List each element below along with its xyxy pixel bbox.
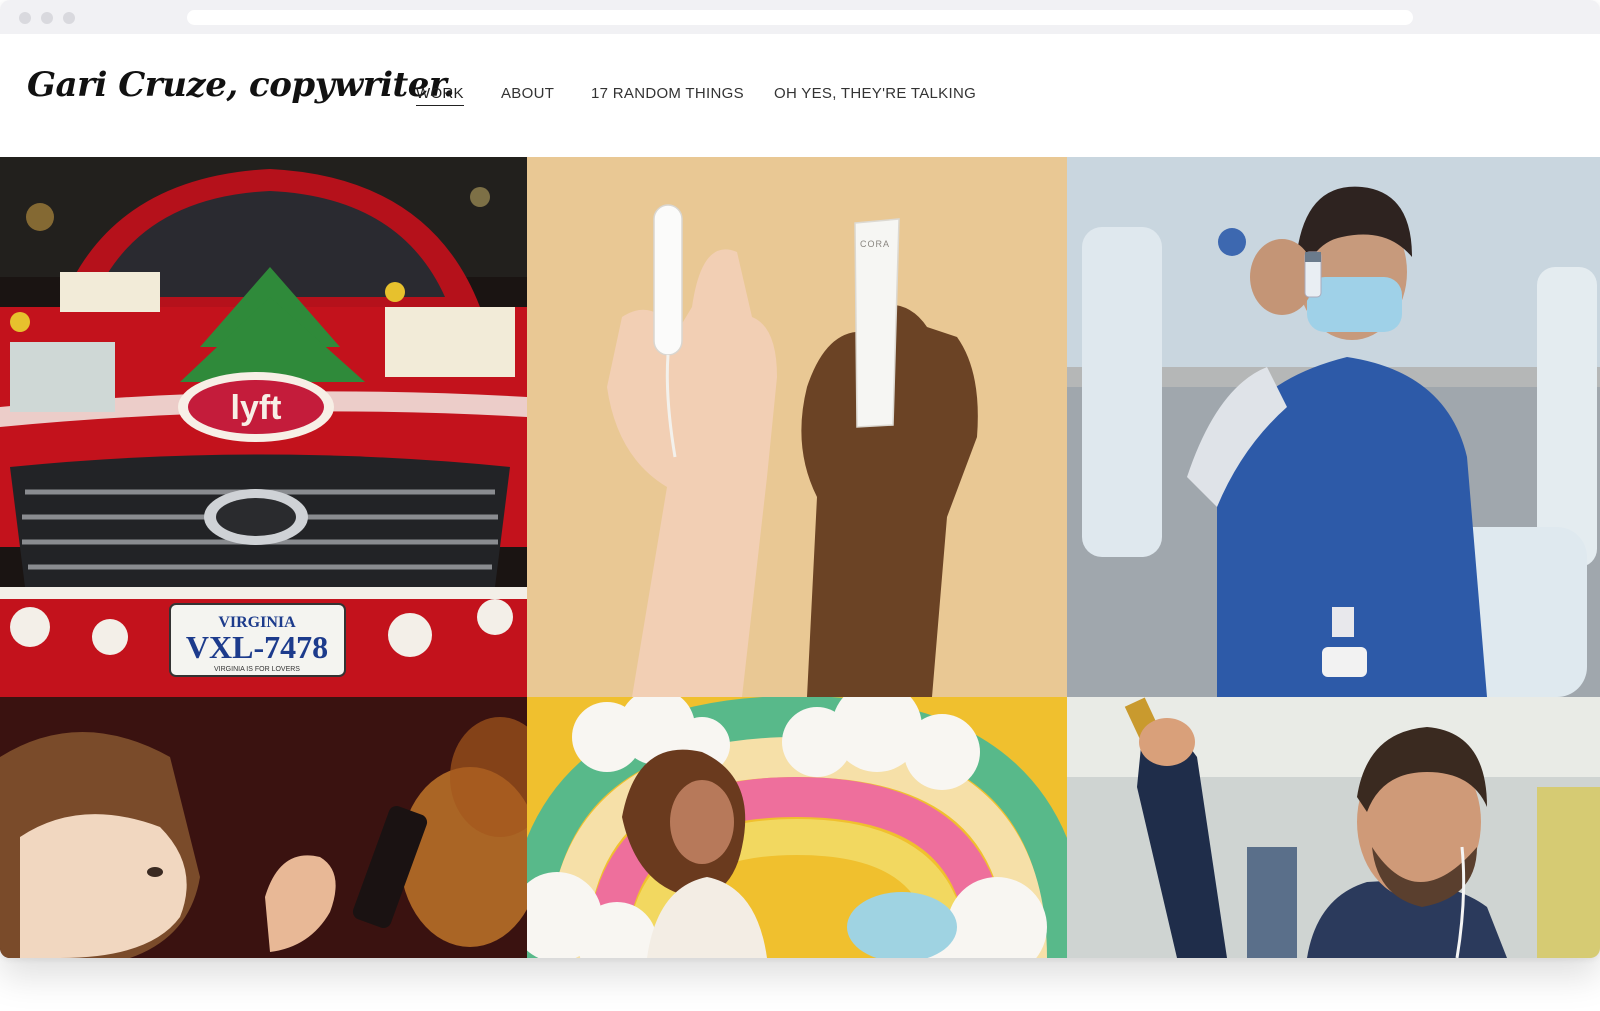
- plate-tagline: VIRGINIA IS FOR LOVERS: [214, 666, 300, 673]
- cora-wrapper-text: CORA: [860, 239, 890, 249]
- browser-chrome: [0, 0, 1600, 34]
- portfolio-grid: lyft VIRGINIA VXL-7478 VIRGINIA IS FOR L…: [0, 157, 1600, 958]
- site-header: Gari Cruze, copywriter. WORK ABOUT 17 RA…: [0, 34, 1600, 157]
- subway-man-tile[interactable]: [1067, 697, 1600, 958]
- browser-window: Gari Cruze, copywriter. WORK ABOUT 17 RA…: [0, 0, 1600, 958]
- window-dot-maximize[interactable]: [63, 12, 75, 24]
- rainbow-woman-tile[interactable]: [527, 697, 1067, 958]
- lyft-logo-text: lyft: [231, 389, 282, 427]
- window-dot-minimize[interactable]: [41, 12, 53, 24]
- address-bar[interactable]: [187, 10, 1413, 25]
- nav-random-things[interactable]: 17 RANDOM THINGS: [591, 85, 744, 102]
- child-phone-tile[interactable]: [0, 697, 527, 958]
- lyft-car-tile[interactable]: lyft VIRGINIA VXL-7478 VIRGINIA IS FOR L…: [0, 157, 527, 697]
- nav-work[interactable]: WORK: [416, 85, 464, 106]
- plate-number: VXL-7478: [186, 629, 328, 665]
- site-logo[interactable]: Gari Cruze, copywriter.: [27, 65, 455, 105]
- window-dot-close[interactable]: [19, 12, 31, 24]
- nav-talking[interactable]: OH YES, THEY'RE TALKING: [774, 85, 976, 102]
- nurse-vaccine-tile[interactable]: [1067, 157, 1600, 697]
- cora-tampon-tile[interactable]: CORA: [527, 157, 1067, 697]
- nav-about[interactable]: ABOUT: [501, 85, 554, 102]
